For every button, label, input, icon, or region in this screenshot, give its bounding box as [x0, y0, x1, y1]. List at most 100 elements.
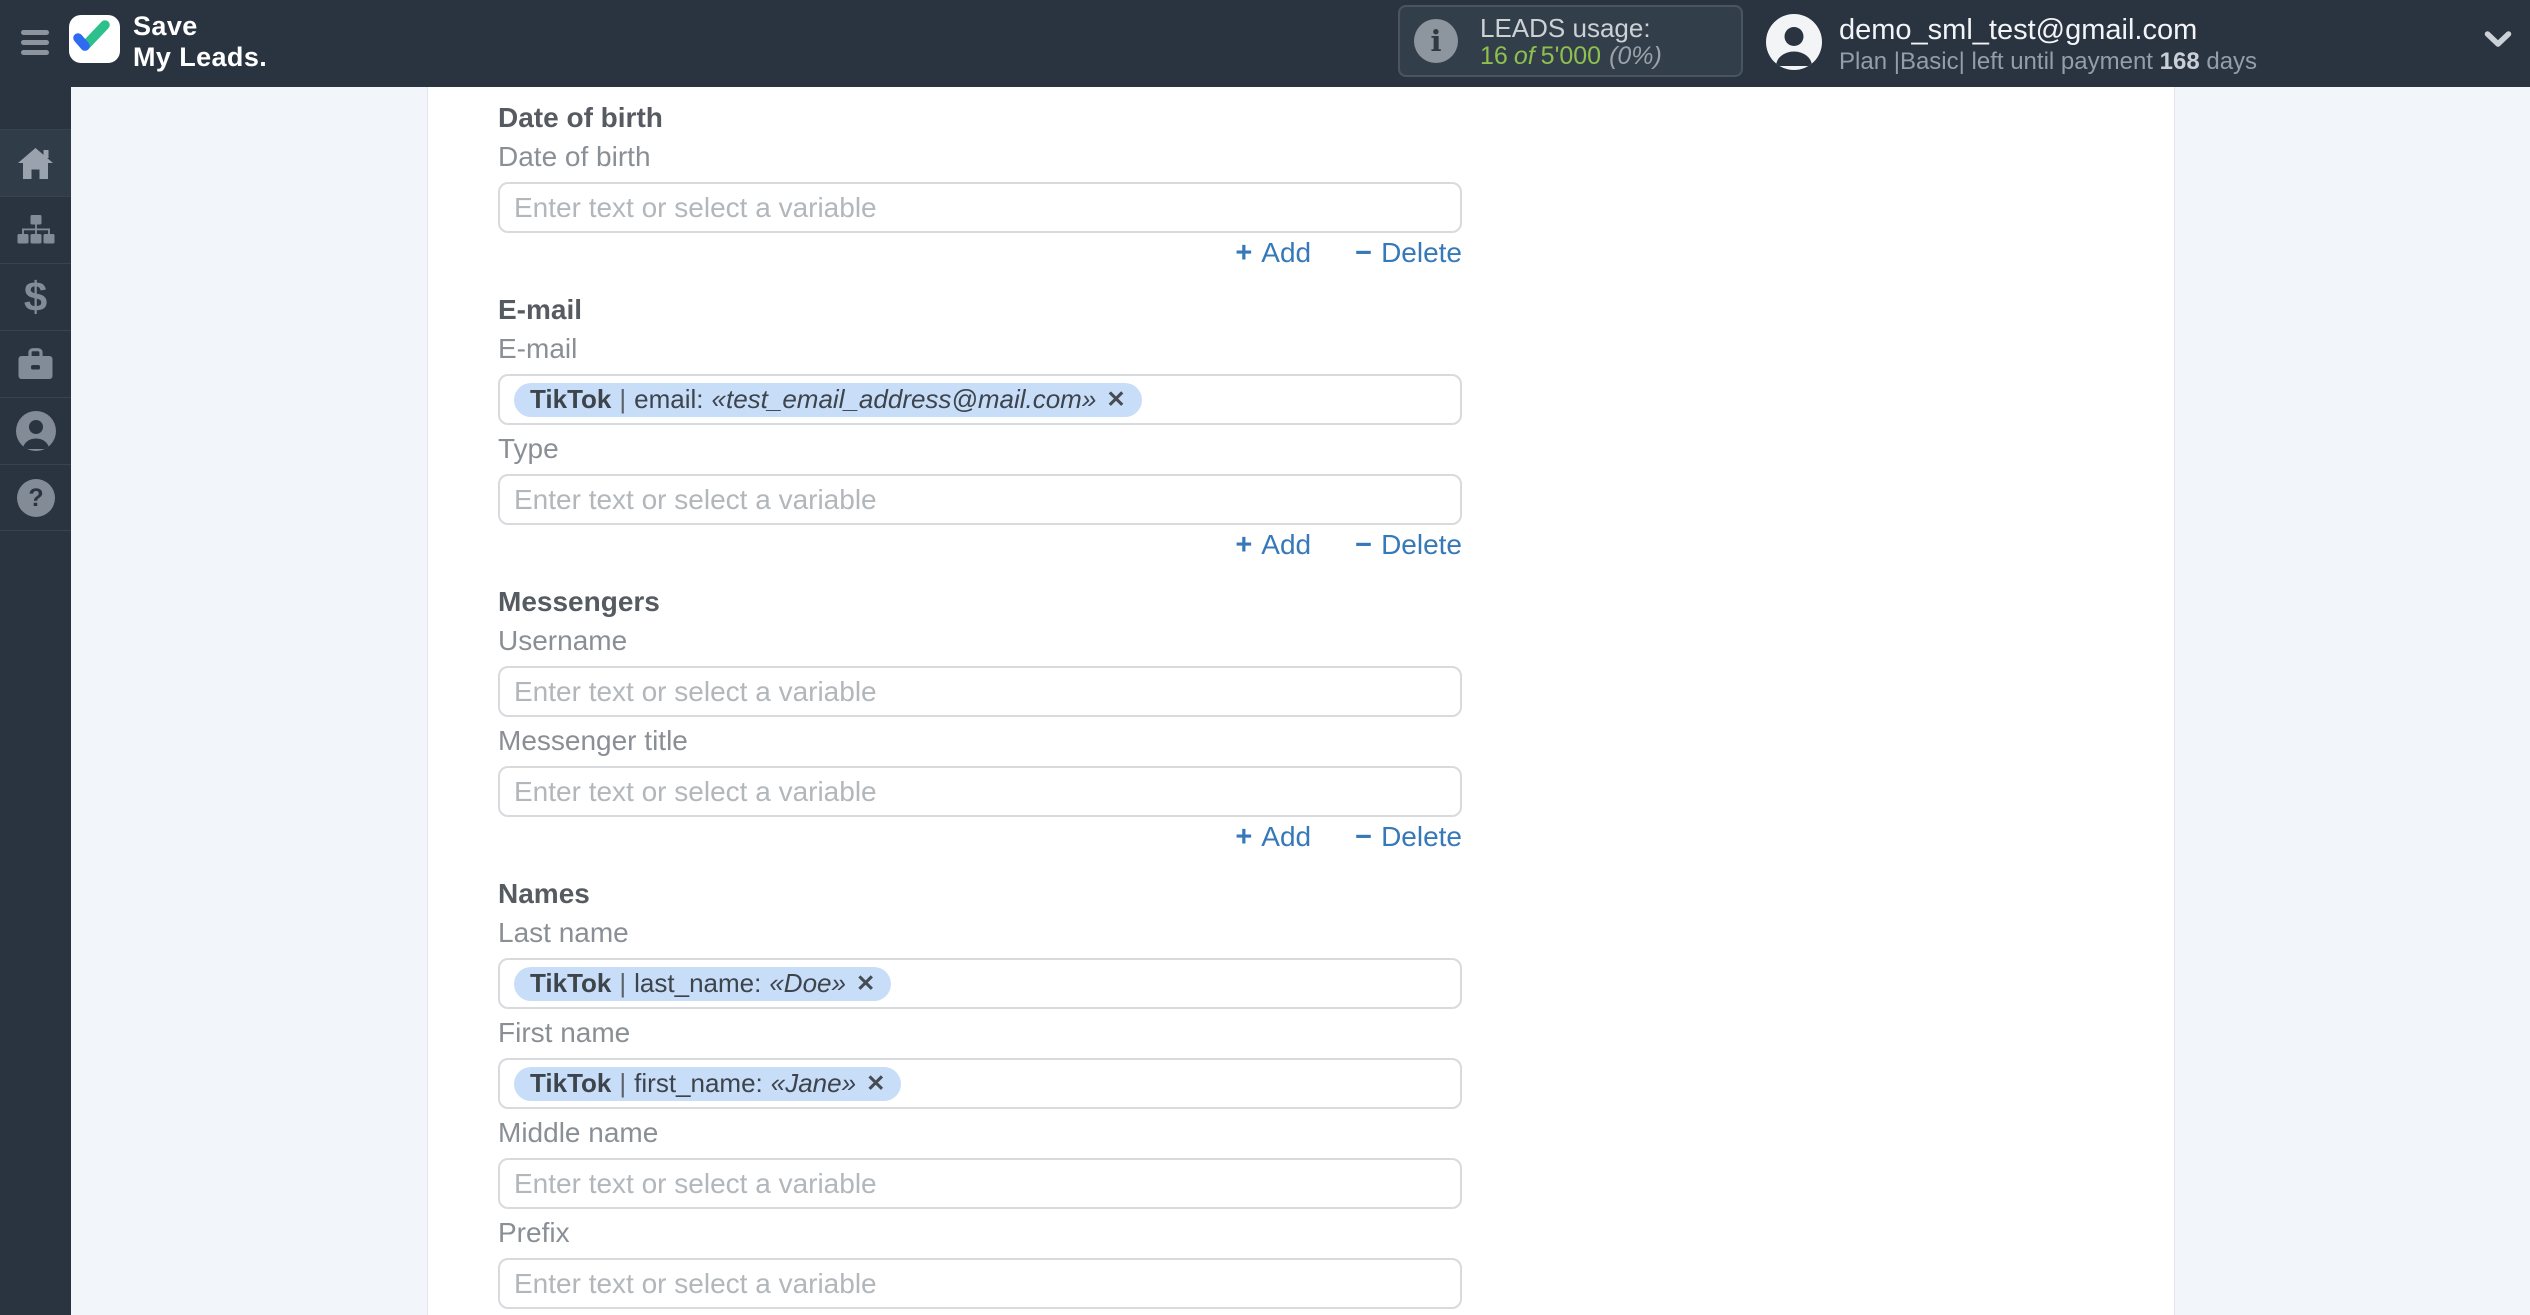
delete-button[interactable]: − Delete: [1355, 529, 1462, 561]
account-plan: Plan |Basic| left until payment 168 days: [1839, 48, 2257, 75]
plus-icon: +: [1235, 529, 1253, 561]
top-bar: Save My Leads. i LEADS usage: 16 of 5'000(…: [0, 0, 2530, 87]
hamburger-menu-icon[interactable]: [21, 30, 49, 55]
days-suffix: days: [2206, 48, 2258, 75]
mapping-card: Date of birth Date of birth Enter text or …: [427, 87, 2175, 1315]
tag-value: «Jane»: [770, 1068, 857, 1098]
form-section: Names Last name TikTok | last_name: «Doe» ✕ Fir…: [498, 879, 1462, 1309]
field-label: E-mail: [498, 333, 578, 364]
field-actions: + Add − Delete: [498, 821, 1462, 853]
sitemap-icon: [17, 215, 54, 244]
form-section: E-mail E-mail TikTok | email: «test_email_add…: [498, 294, 1462, 561]
brand-line2: My Leads.: [133, 42, 268, 72]
chevron-down-icon[interactable]: [2484, 31, 2512, 48]
usage-title: LEADS usage:: [1480, 13, 1651, 43]
input-placeholder: Enter text or select a variable: [514, 191, 877, 223]
section-heading: Messengers: [498, 586, 660, 617]
field-input[interactable]: Enter text or select a variable: [498, 182, 1462, 233]
sidebar-item-home[interactable]: [0, 129, 71, 196]
input-placeholder: Enter text or select a variable: [514, 775, 877, 807]
variable-tag[interactable]: TikTok | email: «test_email_address@mail.co…: [514, 382, 1142, 417]
field-input[interactable]: Enter text or select a variable: [498, 666, 1462, 717]
sidebar: $ ?: [0, 87, 71, 1315]
add-label: Add: [1261, 821, 1312, 852]
tag-value: «Doe»: [769, 968, 846, 998]
tag-remove-icon[interactable]: ✕: [866, 1070, 885, 1097]
input-placeholder: Enter text or select a variable: [514, 483, 877, 515]
info-icon: i: [1414, 19, 1458, 63]
usage-counts: 16 of 5'000 (0%): [1480, 43, 1662, 70]
delete-button[interactable]: − Delete: [1355, 821, 1462, 853]
checkmark-icon: [73, 20, 110, 51]
leads-usage-box: i LEADS usage: 16 of 5'000 (0%): [1398, 5, 1743, 77]
field-input[interactable]: TikTok | first_name: «Jane» ✕: [498, 1058, 1462, 1109]
field-label: Date of birth: [498, 141, 651, 172]
field-input[interactable]: Enter text or select a variable: [498, 474, 1462, 525]
usage-used: 16: [1480, 42, 1508, 70]
usage-percent: (0%): [1609, 42, 1662, 70]
field-actions: + Add − Delete: [498, 237, 1462, 269]
tag-separator: |: [619, 968, 627, 998]
field-input[interactable]: Enter text or select a variable: [498, 766, 1462, 817]
delete-label: Delete: [1381, 529, 1462, 560]
form-section: Messengers Username Enter text or select a…: [498, 586, 1462, 853]
form-section: Date of birth Date of birth Enter text or …: [498, 102, 1462, 269]
minus-icon: −: [1355, 237, 1373, 269]
add-button[interactable]: + Add: [1235, 237, 1311, 269]
delete-label: Delete: [1381, 821, 1462, 852]
tag-field: first_name:: [634, 1068, 763, 1098]
tag-remove-icon[interactable]: ✕: [1106, 386, 1125, 413]
minus-icon: −: [1355, 529, 1373, 561]
plus-icon: +: [1235, 237, 1253, 269]
delete-label: Delete: [1381, 237, 1462, 268]
input-placeholder: Enter text or select a variable: [514, 675, 877, 707]
sidebar-item-billing[interactable]: $: [0, 263, 71, 330]
sidebar-item-account[interactable]: [0, 397, 71, 464]
field-input[interactable]: Enter text or select a variable: [498, 1158, 1462, 1209]
variable-tag[interactable]: TikTok | first_name: «Jane» ✕: [514, 1066, 902, 1101]
tag-separator: |: [619, 1068, 627, 1098]
sidebar-item-connections[interactable]: [0, 196, 71, 263]
section-heading: E-mail: [498, 294, 583, 325]
section-heading: Names: [498, 878, 590, 909]
field-label: First name: [498, 1017, 631, 1048]
field-label: Username: [498, 625, 628, 656]
variable-tag[interactable]: TikTok | last_name: «Doe» ✕: [514, 966, 892, 1001]
delete-button[interactable]: − Delete: [1355, 237, 1462, 269]
tag-source: TikTok: [530, 968, 612, 998]
sidebar-item-help[interactable]: ?: [0, 464, 71, 531]
usage-total: 5'000: [1540, 42, 1602, 70]
add-button[interactable]: + Add: [1235, 529, 1311, 561]
tag-remove-icon[interactable]: ✕: [856, 970, 875, 997]
field-label: Prefix: [498, 1217, 570, 1248]
svg-text:?: ?: [28, 484, 43, 512]
form-column: Date of birth Date of birth Enter text or …: [498, 87, 1462, 1309]
field-label: Middle name: [498, 1117, 659, 1148]
usage-of: of: [1513, 42, 1535, 70]
add-button[interactable]: + Add: [1235, 821, 1311, 853]
field-input[interactable]: TikTok | last_name: «Doe» ✕: [498, 958, 1462, 1009]
dollar-icon: $: [23, 273, 48, 320]
input-placeholder: Enter text or select a variable: [514, 1267, 877, 1299]
tag-field: last_name:: [634, 968, 762, 998]
minus-icon: −: [1355, 821, 1373, 853]
field-label: Messenger title: [498, 725, 688, 756]
avatar: [1766, 14, 1822, 70]
home-icon: [18, 147, 53, 179]
tag-separator: |: [619, 384, 627, 414]
add-label: Add: [1261, 237, 1312, 268]
field-label: Type: [498, 433, 559, 464]
tag-source: TikTok: [530, 384, 612, 414]
field-actions: + Add − Delete: [498, 529, 1462, 561]
section-heading: Date of birth: [498, 102, 663, 133]
sidebar-item-services[interactable]: [0, 330, 71, 397]
brand-logo[interactable]: [69, 15, 120, 63]
account-email: demo_sml_test@gmail.com: [1839, 14, 2198, 46]
briefcase-icon: [18, 347, 53, 379]
input-placeholder: Enter text or select a variable: [514, 1167, 877, 1199]
app-viewport: Save My Leads. i LEADS usage: 16 of 5'000(…: [0, 0, 2530, 1315]
account-menu[interactable]: demo_sml_test@gmail.com Plan |Basic| lef…: [1766, 14, 2257, 75]
tag-value: «test_email_address@mail.com»: [711, 384, 1097, 414]
field-input[interactable]: Enter text or select a variable: [498, 1258, 1462, 1309]
field-input[interactable]: TikTok | email: «test_email_address@mail.co…: [498, 374, 1462, 425]
